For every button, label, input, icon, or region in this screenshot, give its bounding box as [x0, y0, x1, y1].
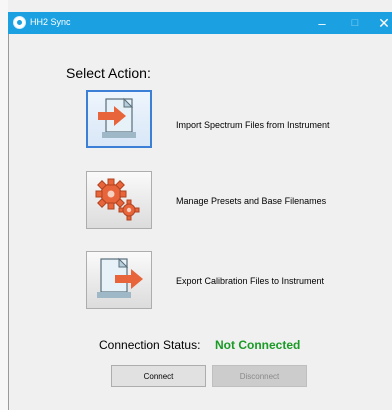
disconnect-button[interactable]: Disconnect: [212, 365, 307, 387]
export-label: Export Calibration Files to Instrument: [176, 276, 325, 286]
window-title: HH2 Sync: [30, 17, 71, 27]
import-label: Import Spectrum Files from Instrument: [176, 120, 330, 130]
maximize-button[interactable]: □: [340, 12, 370, 34]
select-action-heading: Select Action:: [66, 65, 151, 81]
manage-presets-button[interactable]: [86, 171, 152, 229]
import-file-icon: [98, 97, 136, 138]
manage-presets-label: Manage Presets and Base Filenames: [176, 196, 327, 206]
connect-button[interactable]: Connect: [111, 365, 206, 387]
import-button[interactable]: [86, 90, 152, 148]
gears-icon: [95, 178, 140, 221]
title-bar[interactable]: HH2 Sync – □ ✕: [8, 12, 392, 34]
desktop-edge: [0, 0, 8, 410]
app-icon: [13, 16, 26, 29]
export-file-icon: [97, 257, 143, 298]
export-button[interactable]: [86, 251, 152, 309]
window-content: Select Action: Import Spectrum Files fro…: [8, 34, 392, 410]
connection-status-value: Not Connected: [215, 338, 301, 352]
close-button[interactable]: ✕: [369, 12, 392, 34]
connection-status-label: Connection Status:: [99, 338, 201, 352]
minimize-button[interactable]: –: [307, 12, 337, 34]
